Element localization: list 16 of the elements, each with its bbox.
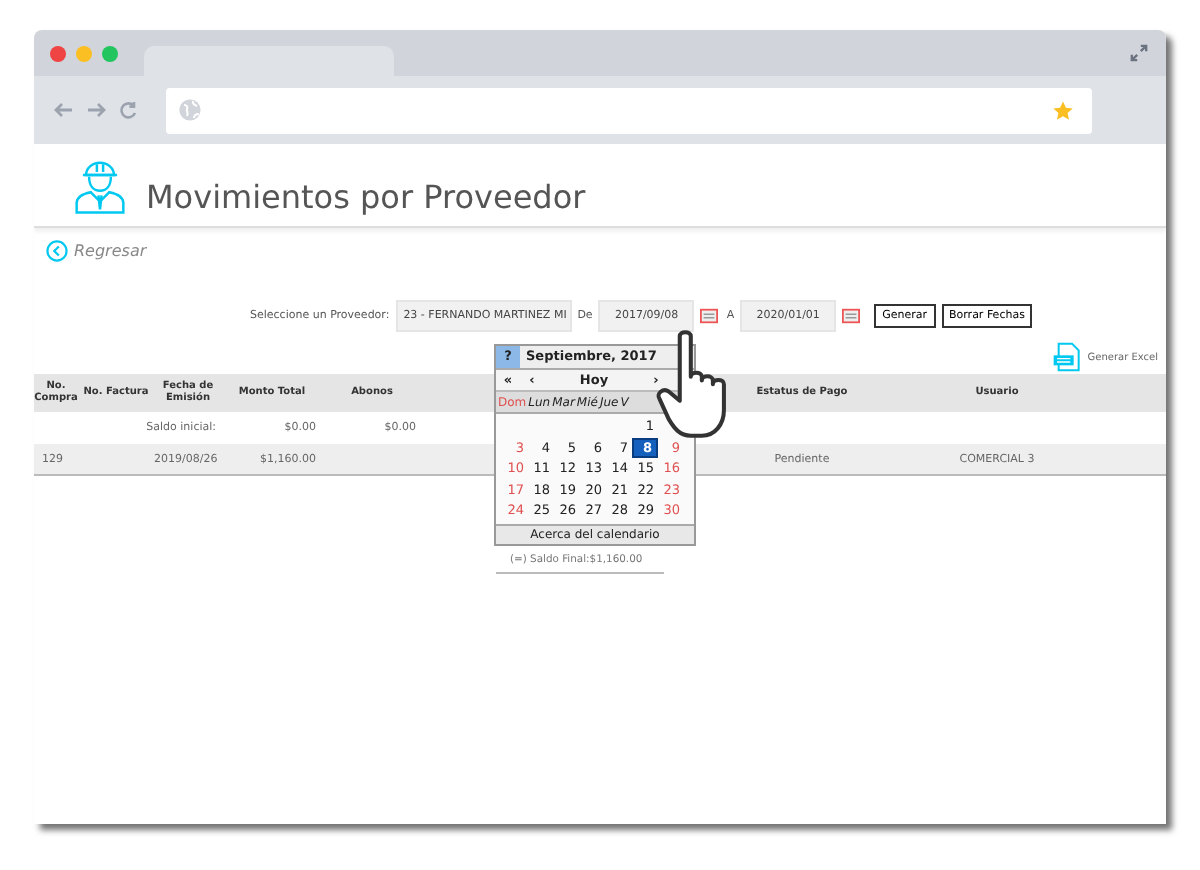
globe-icon xyxy=(178,98,202,122)
page-title: Movimientos por Proveedor xyxy=(146,178,586,216)
minimize-dot-icon[interactable] xyxy=(76,45,92,61)
back-arrow-icon[interactable] xyxy=(54,100,74,120)
spreadsheet-file-icon[interactable] xyxy=(1051,342,1082,372)
address-bar[interactable] xyxy=(166,87,1092,133)
forward-arrow-icon[interactable] xyxy=(86,100,106,120)
close-dot-icon[interactable] xyxy=(50,45,66,61)
back-link[interactable]: Regresar xyxy=(74,242,147,260)
back-circle-icon[interactable] xyxy=(46,240,68,262)
maximize-dot-icon[interactable] xyxy=(102,45,118,61)
calendar-icon[interactable] xyxy=(700,308,719,324)
expand-icon[interactable] xyxy=(1130,44,1148,62)
calendar-icon[interactable] xyxy=(842,308,861,324)
reload-icon[interactable] xyxy=(118,100,138,120)
star-icon[interactable] xyxy=(1052,99,1074,121)
